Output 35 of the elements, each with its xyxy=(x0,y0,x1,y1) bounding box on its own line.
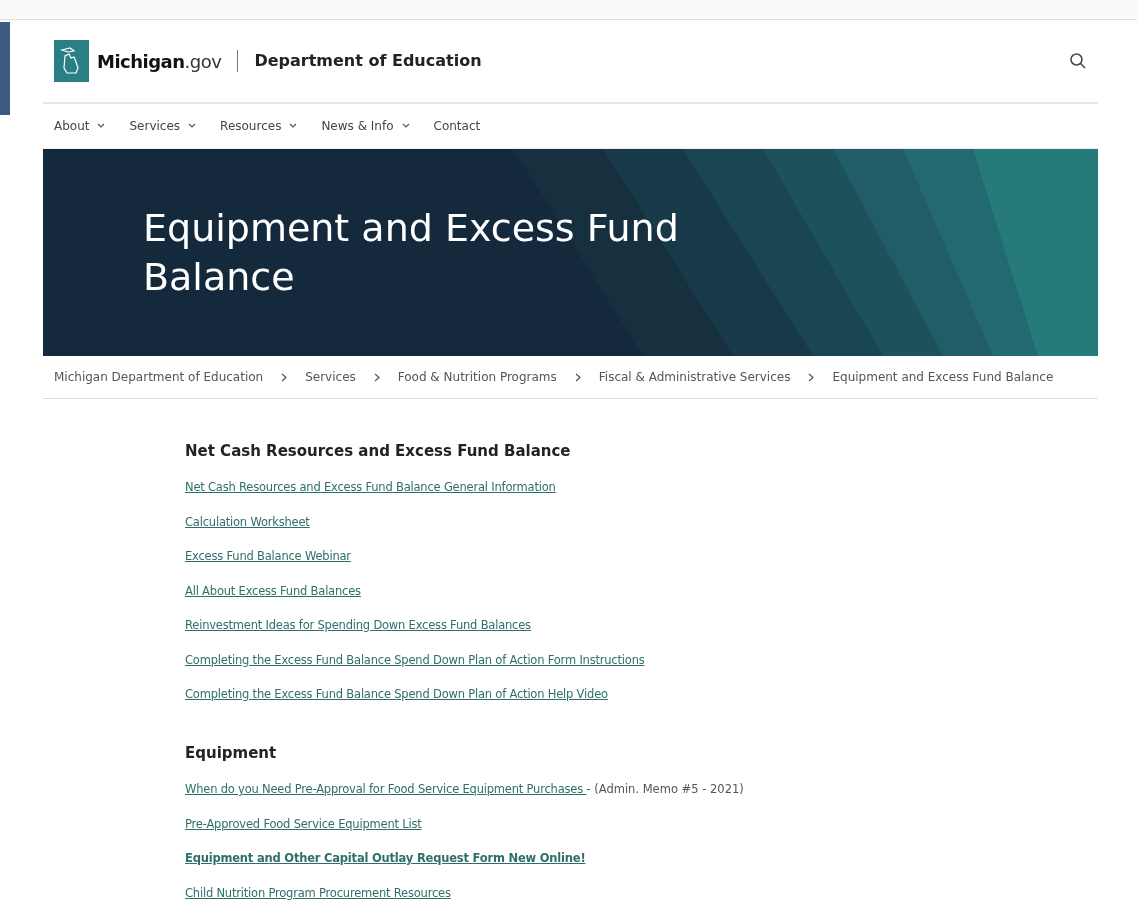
document-link[interactable]: Pre-Approved Food Service Equipment List xyxy=(185,816,422,831)
chevron-down-icon xyxy=(401,123,410,129)
document-link[interactable]: Completing the Excess Fund Balance Spend Down Plan of Action Form Instructions xyxy=(185,652,645,667)
section-heading: Net Cash Resources and Excess Fund Balance xyxy=(185,441,572,461)
chevron-down-icon xyxy=(289,123,298,129)
site-logo-text[interactable]: Michigan.gov xyxy=(97,47,222,75)
document-link[interactable]: When do you Need Pre-Approval for Food Service Equipment Purchases xyxy=(185,782,587,796)
chevron-down-icon xyxy=(188,123,197,129)
nav-menu-item[interactable]: News & Info xyxy=(321,115,410,137)
document-link[interactable]: Completing the Excess Fund Balance Spend Down Plan of Action Help Video xyxy=(185,687,608,701)
chevron-right-icon xyxy=(808,372,815,382)
nav-menu-item[interactable]: Resources xyxy=(220,115,298,137)
document-link[interactable]: All About Excess Fund Balances xyxy=(185,583,361,598)
document-link[interactable]: Equipment and Other Capital Outlay Request Form New Online! xyxy=(185,851,586,865)
page-title: Equipment and Excess Fund Balance xyxy=(142,205,680,301)
chevron-right-icon xyxy=(281,372,288,382)
department-name[interactable]: Department of Education xyxy=(254,49,482,73)
breadcrumb-link[interactable]: Services xyxy=(305,368,356,386)
memo-note: - (Admin. Memo #5 - 2021) xyxy=(586,782,744,796)
nav-menu-item[interactable]: About xyxy=(54,115,106,137)
chevron-right-icon xyxy=(574,372,581,382)
document-link[interactable]: Reinvestment Ideas for Spending Down Excess Fund Balances xyxy=(185,618,531,632)
search-icon[interactable] xyxy=(1069,52,1087,70)
nav-menu-item[interactable]: Contact xyxy=(433,115,481,137)
document-link[interactable]: Child Nutrition Program Procurement Resources xyxy=(185,885,451,900)
nav-menu-item[interactable]: Services xyxy=(129,115,197,137)
document-link[interactable]: Net Cash Resources and Excess Fund Balance General Information xyxy=(185,480,556,494)
document-link[interactable]: Excess Fund Balance Webinar xyxy=(185,549,351,563)
section-heading: Equipment xyxy=(185,743,278,763)
breadcrumb-link[interactable]: Food & Nutrition Programs xyxy=(397,368,557,386)
document-link[interactable]: Calculation Worksheet xyxy=(185,514,310,529)
breadcrumb-link[interactable]: Fiscal & Administrative Services xyxy=(598,368,791,386)
chevron-right-icon xyxy=(373,372,380,382)
breadcrumb-link[interactable]: Michigan Department of Education xyxy=(54,368,264,386)
chevron-down-icon xyxy=(97,123,106,129)
